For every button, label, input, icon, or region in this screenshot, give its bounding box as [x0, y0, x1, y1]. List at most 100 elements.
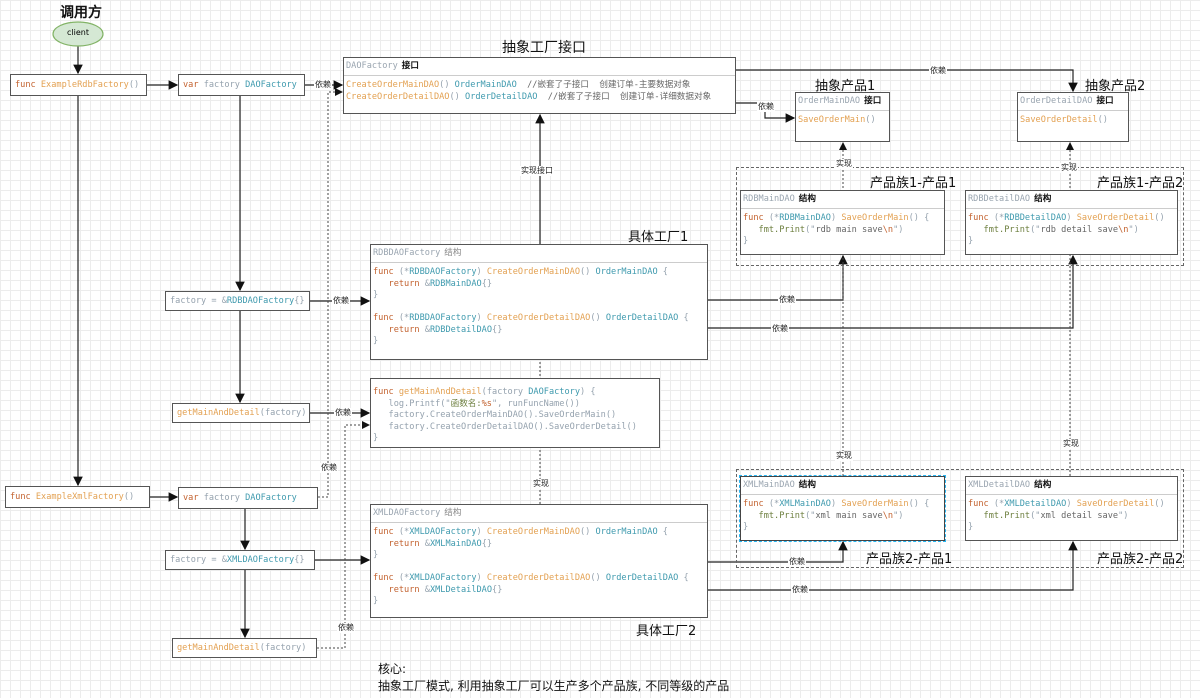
code-line: func (*XMLDetailDAO) SaveOrderDetail(): [968, 499, 1175, 511]
code-token: {}: [294, 296, 305, 306]
rdb-detail-dao-struct[interactable]: RDBDetailDAO 结构 func (*RDBDetailDAO) SaveO…: [965, 190, 1178, 255]
node-text: func ExampleRdbFactory(): [11, 75, 146, 95]
node-text: getMainAndDetail(factory): [173, 404, 309, 422]
code-token: \n: [1118, 224, 1129, 235]
class-name: RDBMainDAO: [743, 194, 795, 204]
rdb-main-dao-struct[interactable]: RDBMainDAO 结构 func (*RDBMainDAO) SaveOrder…: [740, 190, 945, 255]
code-token: func: [373, 527, 399, 537]
xml-detail-dao-struct[interactable]: XMLDetailDAO 结构 func (*XMLDetailDAO) SaveO…: [965, 476, 1178, 541]
code-token: (*: [993, 213, 1005, 223]
xml-main-dao-struct[interactable]: XMLMainDAO 结构 func (*XMLMainDAO) SaveOrder…: [739, 475, 946, 542]
class-body: func (*XMLMainDAO) SaveOrderMain() { fmt…: [741, 495, 944, 538]
code-line: var factory DAOFactory: [183, 493, 297, 503]
code-token: //嵌套了子接口 创建订单-详细数据对象: [537, 91, 712, 102]
rdb-dao-factory-struct[interactable]: RDBDAOFactory 结构 func (*RDBDAOFactory) Cre…: [370, 244, 708, 360]
code-token: SaveOrderDetail: [1020, 115, 1098, 125]
code-token: "): [1128, 224, 1139, 235]
code-token: (): [1154, 499, 1165, 509]
order-detail-dao-interface[interactable]: OrderDetailDAO 接口 SaveOrderDetail(): [1017, 92, 1129, 142]
code-token: (): [1154, 213, 1165, 223]
class-kind: 结构: [798, 480, 816, 490]
class-name: OrderMainDAO: [798, 96, 861, 106]
code-line: [373, 562, 705, 574]
code-token: ): [476, 313, 487, 323]
xml-dao-factory-struct[interactable]: XMLDAOFactory 结构 func (*XMLDAOFactory) Cre…: [370, 504, 708, 618]
concrete-factory2-title: 具体工厂2: [636, 624, 697, 639]
code-token: XMLDetailDAO: [1004, 499, 1067, 509]
code-token: func: [743, 213, 769, 223]
code-token: }: [968, 236, 974, 246]
code-line: SaveOrderMain(): [798, 115, 887, 127]
code-token: {: [657, 527, 668, 537]
code-token: CreateOrderMainDAO: [486, 267, 580, 277]
get-main-and-detail-func[interactable]: func getMainAndDetail(factory DAOFactory…: [370, 378, 660, 448]
code-token: func: [373, 267, 399, 277]
class-header: OrderMainDAO 接口: [796, 93, 889, 111]
code-token: DAOFactory: [245, 493, 297, 503]
var-factory-node-1[interactable]: var factory DAOFactory: [178, 74, 305, 96]
family1-product1-title: 产品族1-产品1: [870, 176, 957, 191]
class-header: XMLDetailDAO 结构: [966, 477, 1177, 495]
example-xml-factory-node[interactable]: func ExampleXmlFactory(): [5, 486, 150, 508]
example-rdb-factory-node[interactable]: func ExampleRdbFactory(): [10, 74, 147, 96]
code-line: func (*RDBDAOFactory) CreateOrderMainDAO…: [373, 267, 705, 279]
code-token: fmt.Print: [743, 510, 806, 521]
family2-product1-title: 产品族2-产品1: [866, 552, 953, 567]
code-line: }: [743, 236, 942, 248]
code-token: XMLDAOFactory: [226, 555, 295, 565]
var-factory-node-2[interactable]: var factory DAOFactory: [178, 487, 318, 509]
code-token: XMLDetailDAO: [429, 584, 493, 595]
code-token: }: [968, 522, 974, 532]
edge-label-depends: 依赖: [337, 623, 355, 633]
edge-label-implements: 实现: [835, 159, 853, 169]
code-token: //嵌套了子接口 创建订单-主要数据对象: [516, 80, 691, 90]
code-line: getMainAndDetail(factory): [177, 408, 306, 418]
code-token: ): [476, 267, 487, 277]
code-token: (*: [398, 313, 410, 323]
edge-label-implements: 实现: [835, 451, 853, 461]
order-main-dao-interface[interactable]: OrderMainDAO 接口 SaveOrderMain(): [795, 92, 890, 142]
code-token: factory.CreateOrderDetailDAO().SaveOrder…: [373, 421, 637, 432]
code-line: func (*XMLDAOFactory) CreateOrderDetailD…: [373, 573, 705, 585]
edge-label-implements: 实现: [532, 479, 550, 489]
code-token: func: [10, 492, 36, 502]
code-token: SaveOrderDetail: [1076, 499, 1155, 509]
edge-label-depends: 依赖: [320, 463, 338, 473]
class-kind: 接口: [1096, 96, 1114, 106]
class-name: RDBDetailDAO: [968, 194, 1031, 204]
footer-core-label: 核心:: [378, 662, 407, 676]
dao-factory-interface[interactable]: DAOFactory 接口 CreateOrderMainDAO() OrderMa…: [343, 57, 736, 114]
code-token: factory: [203, 493, 246, 503]
edge-label-depends: 依赖: [791, 585, 809, 595]
factory-xml-node[interactable]: factory = &XMLDAOFactory{}: [165, 550, 315, 570]
code-line: fmt.Print("xml main save\n"): [743, 511, 942, 523]
code-line: factory = &RDBDAOFactory{}: [170, 296, 305, 306]
edge-label-depends: 依赖: [757, 102, 775, 112]
code-token: func: [373, 313, 399, 323]
class-kind: 结构: [1034, 194, 1052, 204]
code-token: ): [830, 213, 842, 223]
code-token: return: [373, 278, 425, 289]
get-main-and-detail-node-2[interactable]: getMainAndDetail(factory): [172, 638, 317, 658]
code-token: RDBDAOFactory: [226, 296, 295, 306]
edge-label-depends: 依赖: [314, 80, 332, 90]
get-main-and-detail-node-1[interactable]: getMainAndDetail(factory): [172, 403, 310, 423]
class-name: OrderDetailDAO: [1020, 96, 1093, 106]
code-token: RDBDAOFactory: [409, 267, 477, 277]
class-body: func (*RDBMainDAO) SaveOrderMain() { fmt…: [741, 209, 944, 252]
code-token: }: [743, 236, 749, 246]
code-token: factory.CreateOrderMainDAO().SaveOrderMa…: [373, 410, 617, 420]
concrete-factory1-title: 具体工厂1: [628, 230, 689, 245]
code-line: return &RDBDetailDAO{}: [373, 325, 705, 337]
code-line: fmt.Print("rdb main save\n"): [743, 225, 942, 237]
code-line: factory.CreateOrderMainDAO().SaveOrderMa…: [373, 410, 657, 422]
code-token: func: [968, 499, 994, 509]
factory-rdb-node[interactable]: factory = &RDBDAOFactory{}: [165, 291, 310, 311]
code-token: "): [893, 510, 904, 521]
class-header: XMLDAOFactory 结构: [371, 505, 707, 523]
code-token: \n: [882, 224, 894, 235]
code-token: RDBMainDAO: [779, 213, 831, 223]
node-text: factory = &RDBDAOFactory{}: [166, 292, 309, 310]
code-token: (): [590, 313, 606, 323]
code-token: SaveOrderDetail: [1076, 213, 1155, 223]
